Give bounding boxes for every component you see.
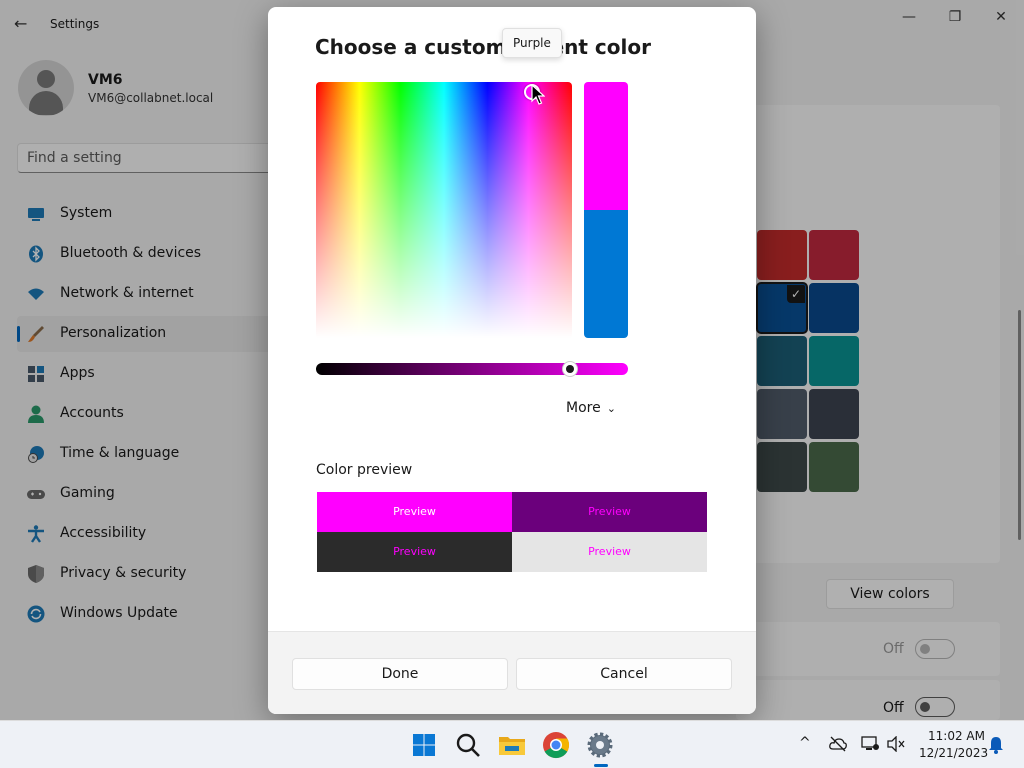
start-icon[interactable] xyxy=(408,729,440,761)
volume-muted-icon[interactable] xyxy=(887,736,905,752)
mouse-pointer-icon xyxy=(531,84,545,105)
clock-time[interactable]: 11:02 AM xyxy=(928,729,985,743)
active-app-indicator xyxy=(594,764,608,767)
done-button[interactable]: Done xyxy=(292,658,508,690)
custom-accent-color-dialog: Choose a custom accent color More ⌄ Color… xyxy=(268,7,756,714)
taskbar: ^ 11:02 AM 12/21/2023 xyxy=(0,720,1024,768)
clock-date[interactable]: 12/21/2023 xyxy=(919,746,988,760)
value-slider[interactable] xyxy=(316,363,628,375)
file-explorer-icon[interactable] xyxy=(496,729,528,761)
show-hidden-icons-button[interactable]: ^ xyxy=(799,735,811,751)
more-label: More xyxy=(566,400,601,416)
color-spectrum[interactable] xyxy=(316,82,572,338)
chrome-icon[interactable] xyxy=(540,729,572,761)
onedrive-offline-icon[interactable] xyxy=(829,736,847,752)
color-name-tooltip: Purple xyxy=(502,28,562,58)
slider-thumb[interactable] xyxy=(562,361,578,377)
dialog-footer: Done Cancel xyxy=(268,631,756,714)
color-preview-label: Color preview xyxy=(316,462,413,478)
preview-cell: Preview xyxy=(512,492,707,532)
notification-bell-icon[interactable] xyxy=(988,736,1004,754)
search-icon[interactable] xyxy=(452,729,484,761)
more-button[interactable]: More ⌄ xyxy=(566,396,616,420)
chevron-down-icon: ⌄ xyxy=(606,402,616,415)
settings-icon[interactable] xyxy=(584,729,616,761)
previous-color-swatch xyxy=(584,210,628,338)
preview-cell: Preview xyxy=(512,532,707,572)
selected-color-swatch xyxy=(584,82,628,210)
network-icon[interactable] xyxy=(861,736,879,752)
dialog-title: Choose a custom accent color xyxy=(315,35,651,59)
slider-thumb-dot xyxy=(566,365,574,373)
cancel-button[interactable]: Cancel xyxy=(516,658,732,690)
preview-cell: Preview xyxy=(317,532,512,572)
preview-cell: Preview xyxy=(317,492,512,532)
